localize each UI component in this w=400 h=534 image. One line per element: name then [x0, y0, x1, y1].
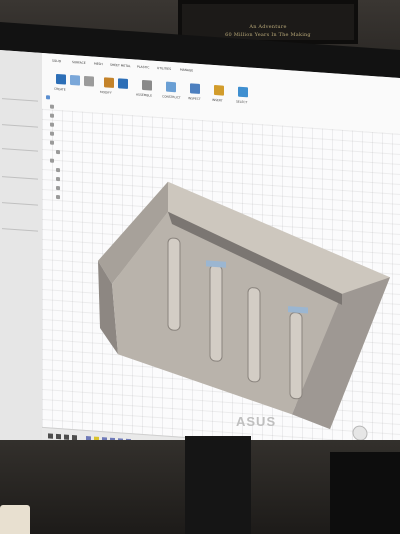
folder-icon [50, 112, 54, 118]
view-cube-icon[interactable] [352, 425, 368, 441]
group-modify[interactable]: MODIFY [100, 90, 112, 95]
folder-icon [50, 157, 54, 163]
tab-surface[interactable]: SURFACE [72, 60, 86, 69]
model-rib-2 [209, 264, 223, 362]
extrude-icon[interactable] [84, 75, 94, 87]
panel-divider [2, 124, 38, 128]
panel-divider [2, 148, 38, 152]
browser-row[interactable] [50, 102, 54, 109]
plane-icon[interactable] [166, 81, 176, 93]
monitor-stand [185, 436, 251, 534]
monitor-brand-logo: ASUS [236, 414, 277, 429]
group-create[interactable]: CREATE [54, 87, 66, 92]
settings-icon [50, 103, 54, 109]
browser-row[interactable] [50, 111, 54, 118]
tab-utilities[interactable]: UTILITIES [157, 66, 171, 75]
step-back-icon[interactable] [56, 433, 61, 440]
monitor: SOLID SURFACE MESH SHEET METAL PLASTIC U… [0, 22, 400, 472]
select-icon[interactable] [238, 86, 248, 98]
panel-divider [2, 98, 38, 102]
browser-row[interactable] [50, 120, 54, 127]
panel-divider [2, 176, 38, 180]
browser-row[interactable] [56, 166, 60, 173]
tab-sheet-metal[interactable]: SHEET METAL [110, 63, 131, 72]
browser-row-root[interactable] [46, 93, 50, 100]
browser-row[interactable] [50, 156, 54, 163]
sketch-icon [56, 167, 60, 172]
browser-tree [46, 93, 116, 210]
browser-row[interactable] [56, 193, 60, 200]
left-side-panel [0, 50, 43, 446]
sketch-icon[interactable] [70, 74, 80, 86]
pc-case [330, 452, 400, 534]
group-assemble[interactable]: ASSEMBLE [136, 93, 152, 98]
sketch-icon [56, 194, 60, 199]
browser-row[interactable] [50, 129, 54, 136]
tab-mesh[interactable]: MESH [94, 62, 103, 71]
tab-plastic[interactable]: PLASTIC [137, 65, 149, 74]
browser-row[interactable] [56, 175, 60, 182]
sketch-icon [56, 185, 60, 190]
sketch-icon [56, 176, 60, 181]
tab-manage[interactable]: MANAGE [180, 68, 193, 77]
model-rib-1 [167, 237, 181, 331]
poster-line-1: An Adventure [249, 24, 287, 30]
component-icon [46, 94, 50, 99]
group-construct[interactable]: CONSTRUCT [162, 94, 181, 99]
tab-solid[interactable]: SOLID [52, 59, 61, 68]
browser-row[interactable] [50, 138, 54, 145]
new-component-icon[interactable] [56, 73, 66, 85]
folder-icon [50, 121, 54, 127]
group-insert[interactable]: INSERT [212, 98, 223, 103]
group-inspect[interactable]: INSPECT [188, 96, 201, 101]
model-rib-3 [247, 287, 261, 383]
panel-row[interactable] [2, 80, 40, 93]
model-rib-4 [289, 312, 303, 400]
press-pull-icon[interactable] [104, 77, 114, 88]
group-select[interactable]: SELECT [236, 100, 247, 105]
rewind-icon[interactable] [48, 433, 53, 439]
measure-icon[interactable] [190, 83, 200, 94]
folder-icon [50, 130, 54, 136]
joint-icon[interactable] [142, 79, 152, 91]
browser-row[interactable] [56, 184, 60, 191]
panel-divider [2, 228, 38, 232]
monitor-screen: SOLID SURFACE MESH SHEET METAL PLASTIC U… [0, 50, 400, 470]
insert-icon[interactable] [214, 84, 224, 96]
coffee-mug [0, 505, 30, 534]
body-icon [56, 149, 60, 154]
browser-row[interactable] [56, 148, 60, 155]
panel-divider [2, 202, 38, 206]
folder-icon [50, 139, 54, 145]
fillet-icon[interactable] [118, 78, 128, 89]
